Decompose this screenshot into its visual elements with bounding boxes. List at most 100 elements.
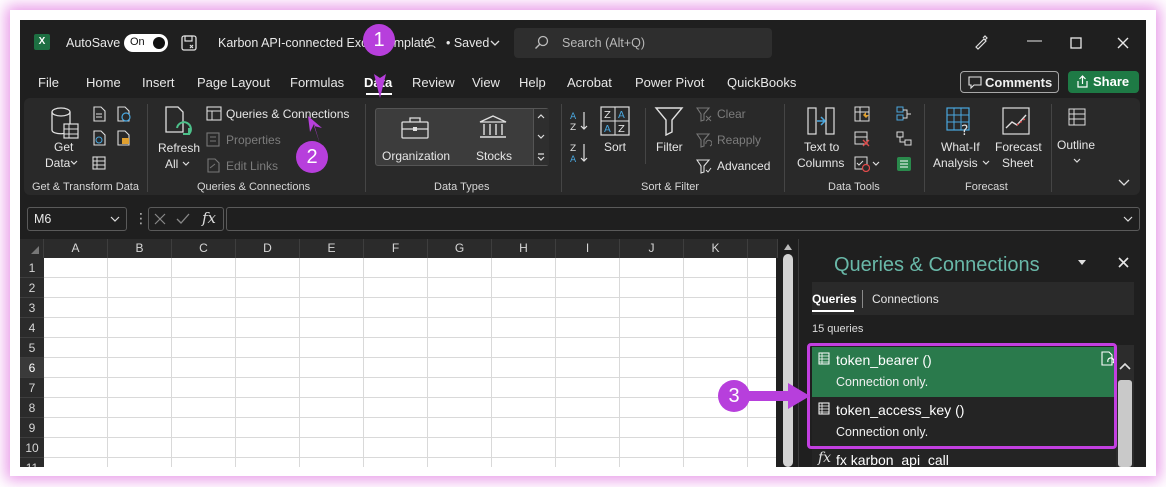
refresh-all-label-2[interactable]: All (165, 157, 178, 171)
row-header[interactable]: 9 (20, 418, 44, 438)
sort-label[interactable]: Sort (604, 140, 626, 154)
tab-quickbooks[interactable]: QuickBooks (727, 75, 796, 90)
from-web-icon[interactable] (92, 130, 106, 146)
row-header[interactable]: 11 (20, 458, 44, 467)
column-header[interactable]: J (620, 239, 684, 258)
forecast-sheet-label-2[interactable]: Sheet (1002, 156, 1033, 170)
tab-help[interactable]: Help (519, 75, 546, 90)
chevron-down-icon[interactable] (490, 39, 500, 47)
remove-duplicates-icon[interactable] (854, 131, 870, 147)
text-to-columns-icon[interactable] (806, 106, 836, 136)
cell-area[interactable] (44, 258, 776, 467)
edit-links-button[interactable]: Edit Links (226, 159, 278, 173)
tab-power-pivot[interactable]: Power Pivot (635, 75, 704, 90)
from-table-icon[interactable] (92, 156, 106, 170)
pane-scroll-thumb[interactable] (1118, 380, 1132, 467)
data-model-icon[interactable] (896, 156, 912, 172)
get-data-label-2[interactable]: Data (45, 156, 70, 170)
collapse-ribbon-icon[interactable] (1118, 178, 1130, 186)
formula-input[interactable] (226, 207, 1140, 231)
row-header[interactable]: 1 (20, 258, 44, 278)
tab-connections[interactable]: Connections (872, 292, 939, 306)
relationships-icon[interactable] (896, 131, 912, 147)
flash-fill-icon[interactable] (854, 106, 870, 122)
column-header[interactable]: C (172, 239, 236, 258)
outline-label[interactable]: Outline (1057, 138, 1095, 152)
autosave-toggle[interactable]: On (124, 34, 168, 52)
save-icon[interactable] (180, 34, 198, 52)
maximize-icon[interactable] (1070, 37, 1082, 49)
saved-status[interactable]: • Saved (446, 36, 489, 50)
forecast-sheet-icon[interactable] (1001, 106, 1031, 136)
column-header[interactable]: I (556, 239, 620, 258)
tab-insert[interactable]: Insert (142, 75, 175, 90)
pane-options-icon[interactable] (1077, 260, 1087, 266)
existing-connections-icon[interactable] (116, 130, 132, 146)
comments-button[interactable]: Comments (960, 71, 1059, 93)
row-header[interactable]: 2 (20, 278, 44, 298)
row-header-selected[interactable]: 6 (20, 358, 44, 378)
filter-label[interactable]: Filter (656, 140, 683, 154)
column-header[interactable]: K (684, 239, 748, 258)
people-icon[interactable] (426, 36, 440, 50)
tab-view[interactable]: View (472, 75, 500, 90)
column-header[interactable]: G (428, 239, 492, 258)
outline-icon[interactable] (1068, 108, 1086, 126)
filter-icon[interactable] (654, 106, 684, 136)
get-data-icon[interactable] (50, 106, 80, 140)
share-button[interactable]: Share (1068, 71, 1139, 93)
pen-icon[interactable] (972, 33, 990, 51)
row-header[interactable]: 8 (20, 398, 44, 418)
insert-function-icon[interactable]: fx (202, 209, 216, 227)
text-to-columns-label-1[interactable]: Text to (804, 140, 839, 154)
column-header[interactable]: A (44, 239, 108, 258)
name-box[interactable]: M6 (27, 207, 127, 231)
query-name[interactable]: fx karbon_api_call (836, 452, 949, 467)
what-if-label-1[interactable]: What-If (941, 140, 980, 154)
text-to-columns-label-2[interactable]: Columns (797, 156, 844, 170)
column-header[interactable]: B (108, 239, 172, 258)
row-header[interactable]: 4 (20, 318, 44, 338)
stocks-label[interactable]: Stocks (476, 149, 512, 163)
recent-sources-icon[interactable] (116, 106, 132, 122)
cancel-icon[interactable] (154, 213, 166, 225)
queries-connections-icon[interactable] (206, 106, 222, 121)
tab-acrobat[interactable]: Acrobat (567, 75, 612, 90)
consolidate-icon[interactable] (896, 106, 912, 122)
column-header[interactable]: E (300, 239, 364, 258)
scroll-up-icon[interactable] (783, 243, 793, 251)
more-options-icon[interactable] (537, 153, 545, 162)
scroll-up-icon[interactable] (1119, 362, 1131, 370)
column-header[interactable]: F (364, 239, 428, 258)
sort-a-to-z-icon[interactable]: A Z (570, 110, 588, 132)
organization-label[interactable]: Organization (382, 149, 450, 163)
clear-button[interactable]: Clear (717, 107, 746, 121)
expand-formula-icon[interactable] (1123, 216, 1133, 223)
close-icon[interactable] (1117, 37, 1129, 49)
organization-icon[interactable] (400, 116, 430, 140)
row-header[interactable]: 5 (20, 338, 44, 358)
tab-formulas[interactable]: Formulas (290, 75, 344, 90)
properties-button[interactable]: Properties (226, 133, 281, 147)
column-header-partial[interactable] (748, 239, 778, 258)
what-if-label-2[interactable]: Analysis (933, 156, 978, 170)
scroll-thumb[interactable] (783, 254, 793, 467)
row-header[interactable]: 7 (20, 378, 44, 398)
refresh-all-label-1[interactable]: Refresh (158, 141, 200, 155)
tab-page-layout[interactable]: Page Layout (197, 75, 270, 90)
tab-file[interactable]: File (38, 75, 59, 90)
minimize-icon[interactable]: — (1027, 32, 1042, 49)
chevron-down-icon[interactable] (537, 134, 545, 140)
what-if-analysis-icon[interactable]: ? (945, 106, 975, 136)
chevron-down-icon[interactable] (110, 216, 120, 223)
tab-queries[interactable]: Queries (812, 292, 857, 306)
tab-review[interactable]: Review (412, 75, 455, 90)
more-icon[interactable]: ⋮ (134, 210, 148, 227)
forecast-sheet-label-1[interactable]: Forecast (995, 140, 1042, 154)
column-header[interactable]: H (492, 239, 556, 258)
tab-home[interactable]: Home (86, 75, 121, 90)
reapply-button[interactable]: Reapply (717, 133, 761, 147)
get-data-label-1[interactable]: Get (54, 140, 73, 154)
sort-icon[interactable]: Z A A Z (600, 106, 630, 136)
row-header[interactable]: 3 (20, 298, 44, 318)
